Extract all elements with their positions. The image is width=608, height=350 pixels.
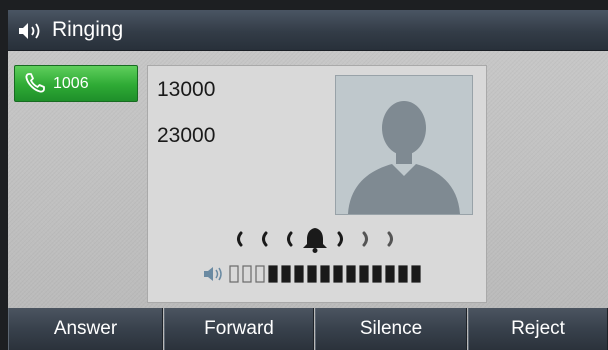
forward-button[interactable]: Forward bbox=[164, 308, 314, 350]
volume-segment bbox=[411, 265, 421, 283]
caller-secondary-number: 23000 bbox=[157, 124, 216, 147]
volume-segment bbox=[294, 265, 304, 283]
volume-bar[interactable] bbox=[202, 264, 442, 284]
phone-screen: Ringing 1006 13000 23000 Answer Forward … bbox=[8, 10, 608, 350]
speaker-volume-icon bbox=[204, 267, 222, 281]
volume-segment bbox=[255, 265, 265, 283]
incoming-call-panel: 13000 23000 bbox=[147, 65, 487, 303]
volume-segment bbox=[307, 265, 317, 283]
phone-handset-icon bbox=[25, 73, 45, 93]
bell-icon bbox=[303, 228, 327, 253]
speaker-icon bbox=[19, 23, 40, 39]
silence-button[interactable]: Silence bbox=[315, 308, 467, 350]
volume-segment bbox=[346, 265, 356, 283]
title-bar: Ringing bbox=[8, 10, 608, 51]
volume-segment bbox=[242, 265, 252, 283]
caller-number: 13000 bbox=[157, 78, 216, 101]
reject-button[interactable]: Reject bbox=[468, 308, 608, 350]
volume-segment bbox=[268, 265, 278, 283]
line-key-1006[interactable]: 1006 bbox=[14, 65, 138, 102]
answer-button[interactable]: Answer bbox=[8, 308, 163, 350]
line-key-label: 1006 bbox=[53, 75, 89, 92]
volume-segment bbox=[229, 265, 239, 283]
volume-segment bbox=[281, 265, 291, 283]
volume-segment bbox=[359, 265, 369, 283]
volume-segment bbox=[398, 265, 408, 283]
screen-title: Ringing bbox=[52, 18, 124, 41]
volume-segment bbox=[333, 265, 343, 283]
softkey-bar: Answer Forward Silence Reject bbox=[8, 308, 608, 350]
volume-segment bbox=[372, 265, 382, 283]
person-silhouette-icon bbox=[348, 101, 460, 214]
volume-segment bbox=[385, 265, 395, 283]
volume-segment bbox=[320, 265, 330, 283]
ringing-indicator bbox=[237, 228, 393, 253]
caller-avatar bbox=[335, 75, 473, 215]
